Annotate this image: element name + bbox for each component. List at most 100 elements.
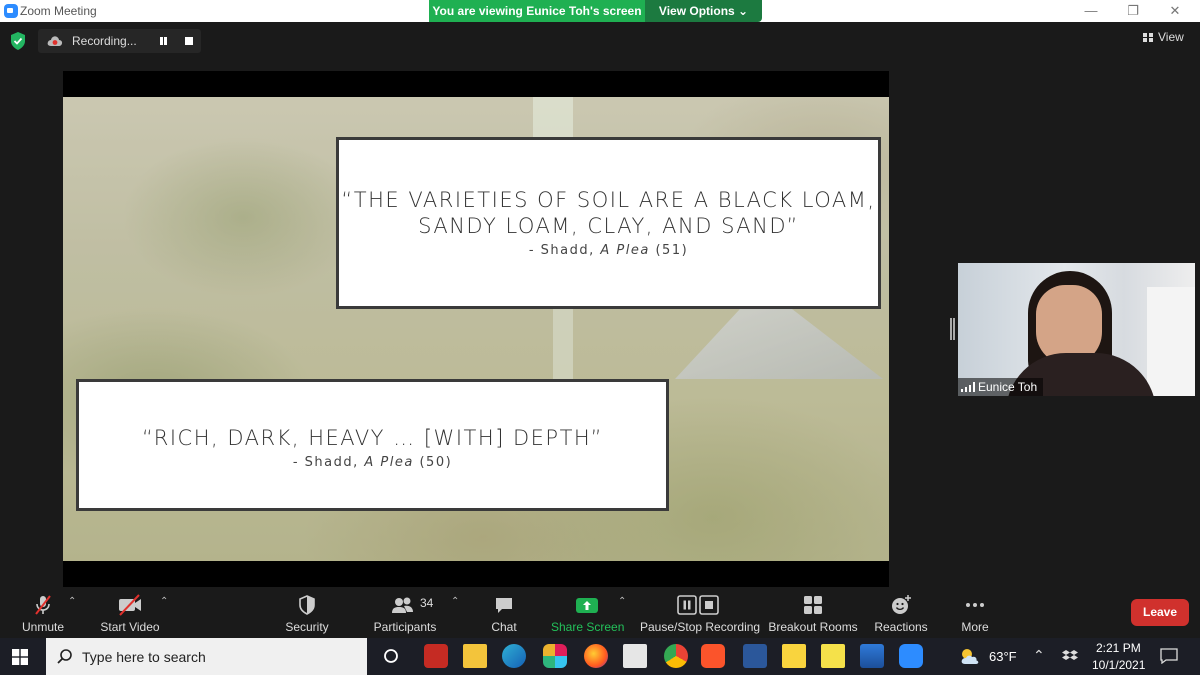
- pause-stop-recording-label: Pause/Stop Recording: [640, 620, 761, 634]
- security-label: Security: [285, 620, 329, 634]
- cite2-prefix: - Shadd,: [292, 455, 365, 470]
- shared-screen: “THE VARIETIES OF SOIL ARE A BLACK LOAM,…: [63, 71, 889, 587]
- signal-strength-icon: [961, 382, 975, 392]
- slack-app-icon[interactable]: [543, 644, 567, 668]
- photos-app-icon[interactable]: [860, 644, 884, 668]
- breakout-rooms-button[interactable]: Breakout Rooms: [768, 588, 858, 638]
- split-drag-handle[interactable]: [950, 318, 955, 340]
- audio-options-chevron-icon[interactable]: ⌃: [68, 596, 76, 607]
- meeting-toolbar: Unmute ⌃ Start Video ⌃ Security 34 Parti…: [0, 588, 1200, 638]
- quote2-citation: - Shadd, A Plea (50): [79, 455, 666, 470]
- cite1-page: (51): [649, 243, 689, 258]
- unmute-label: Unmute: [21, 620, 65, 634]
- view-label: View: [1158, 30, 1184, 44]
- word-app-icon[interactable]: [743, 644, 767, 668]
- more-dots-icon: [966, 603, 984, 607]
- pause-stop-icon: [677, 595, 719, 615]
- leave-meeting-button[interactable]: Leave: [1131, 599, 1189, 626]
- view-layout-button[interactable]: View: [1143, 30, 1184, 44]
- close-icon[interactable]: ✕: [1160, 2, 1190, 20]
- task-view-icon[interactable]: [379, 644, 403, 668]
- sticky-notes-icon[interactable]: [782, 644, 806, 668]
- quote2-text: “RICH, DARK, HEAVY … [WITH] DEPTH”: [142, 426, 603, 450]
- clock-date[interactable]: 10/1/2021: [1092, 658, 1145, 672]
- cloud-recording-icon: [47, 36, 63, 46]
- grid-view-icon: [1143, 33, 1153, 42]
- quote1-line1: “THE VARIETIES OF SOIL ARE A BLACK LOAM,: [341, 188, 876, 212]
- chat-bubble-icon: [496, 598, 512, 613]
- tray-chevron-up-icon[interactable]: ⌃: [1033, 647, 1045, 664]
- chat-label: Chat: [491, 620, 517, 634]
- reactions-smiley-icon: [892, 595, 911, 614]
- reactions-label: Reactions: [874, 620, 928, 634]
- breakout-rooms-label: Breakout Rooms: [768, 620, 858, 634]
- chrome-browser-icon[interactable]: [664, 644, 688, 668]
- recording-bar: Recording...: [38, 29, 201, 53]
- pause-stop-recording-button[interactable]: Pause/Stop Recording: [640, 588, 761, 638]
- view-options-button[interactable]: View Options ⌄: [645, 0, 762, 22]
- acrobat-app-icon[interactable]: [424, 644, 448, 668]
- zoom-taskbar-icon[interactable]: [899, 644, 923, 668]
- video-options-chevron-icon[interactable]: ⌃: [160, 596, 168, 607]
- video-off-icon: [119, 594, 141, 616]
- reactions-button[interactable]: Reactions: [873, 588, 929, 638]
- quote1-line2: SANDY LOAM, CLAY, AND SAND”: [418, 214, 799, 238]
- start-video-button[interactable]: Start Video: [98, 588, 162, 638]
- share-screen-button[interactable]: Share Screen: [551, 588, 625, 638]
- window-title: Zoom Meeting: [20, 4, 97, 18]
- file-explorer-icon[interactable]: [463, 644, 487, 668]
- cite1-title: A Plea: [600, 243, 650, 258]
- cite1-prefix: - Shadd,: [528, 243, 601, 258]
- weather-partly-cloudy-icon[interactable]: [958, 646, 982, 666]
- cite2-title: A Plea: [364, 455, 414, 470]
- weather-temperature[interactable]: 63°F: [989, 649, 1017, 664]
- encryption-shield-icon[interactable]: [9, 31, 27, 51]
- participant-name-tag: Eunice Toh: [958, 378, 1044, 396]
- search-icon: [57, 649, 72, 664]
- unmute-button[interactable]: Unmute: [14, 588, 72, 638]
- dropbox-icon[interactable]: [1062, 649, 1078, 663]
- breakout-rooms-icon: [804, 596, 822, 614]
- microsoft-store-icon[interactable]: [623, 644, 647, 668]
- participant-name: Eunice Toh: [978, 380, 1038, 394]
- participants-options-chevron-icon[interactable]: ⌃: [451, 596, 459, 607]
- restore-icon[interactable]: ❐: [1118, 2, 1148, 20]
- security-shield-icon: [299, 595, 315, 615]
- pause-recording-icon[interactable]: [158, 35, 170, 47]
- clock-time[interactable]: 2:21 PM: [1096, 641, 1141, 655]
- chat-button[interactable]: Chat: [484, 588, 524, 638]
- share-options-chevron-icon[interactable]: ⌃: [618, 596, 626, 607]
- stop-recording-icon[interactable]: [185, 37, 193, 45]
- edge-browser-icon[interactable]: [502, 644, 526, 668]
- share-screen-arrow-icon: [576, 598, 598, 613]
- quote-box-rich-dark: “RICH, DARK, HEAVY … [WITH] DEPTH” - Sha…: [76, 379, 669, 511]
- viewing-screen-banner: You are viewing Eunice Toh's screen: [429, 0, 645, 22]
- participants-button[interactable]: 34 Participants: [370, 588, 440, 638]
- participants-label: Participants: [373, 620, 437, 634]
- start-video-label: Start Video: [100, 620, 160, 634]
- more-label: More: [961, 620, 989, 634]
- quote1-citation: - Shadd, A Plea (51): [339, 243, 878, 258]
- taskbar-search-box[interactable]: Type here to search: [46, 638, 367, 675]
- security-button[interactable]: Security: [281, 588, 333, 638]
- windows-start-icon[interactable]: [12, 649, 28, 665]
- search-placeholder: Type here to search: [82, 649, 206, 665]
- firefox-browser-icon[interactable]: [584, 644, 608, 668]
- minimize-icon[interactable]: —: [1076, 2, 1106, 20]
- quote-box-soil-varieties: “THE VARIETIES OF SOIL ARE A BLACK LOAM,…: [336, 137, 881, 309]
- participants-icon: [392, 597, 413, 613]
- zoom-app-icon: [4, 4, 18, 18]
- participants-count: 34: [420, 596, 434, 610]
- video-background-shelf: [1147, 287, 1195, 396]
- participant-video-tile[interactable]: Eunice Toh: [958, 263, 1195, 396]
- recording-label: Recording...: [72, 34, 137, 48]
- windows-taskbar: Type here to search 63°F ⌃ 2:21 PM 10/1/…: [0, 638, 1200, 675]
- notifications-icon[interactable]: [1160, 648, 1178, 664]
- cite2-page: (50): [413, 455, 453, 470]
- muted-microphone-icon: [35, 595, 51, 615]
- brave-browser-icon[interactable]: [701, 644, 725, 668]
- presentation-slide: “THE VARIETIES OF SOIL ARE A BLACK LOAM,…: [63, 97, 889, 561]
- more-button[interactable]: More: [955, 588, 995, 638]
- share-screen-label: Share Screen: [551, 620, 625, 634]
- pen-notes-icon[interactable]: [821, 644, 845, 668]
